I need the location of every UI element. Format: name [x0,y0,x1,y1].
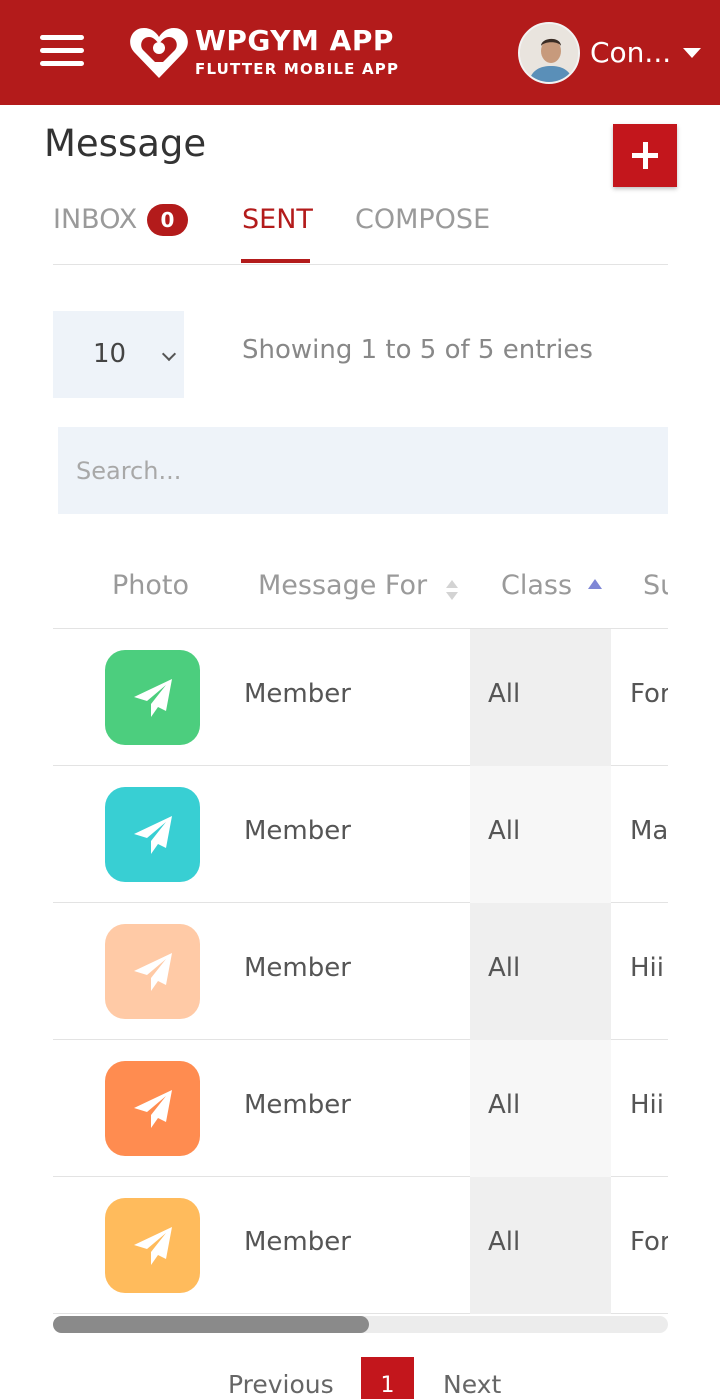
cell-class: All [488,1227,521,1257]
sort-icon[interactable] [446,580,458,602]
cell-subject: For [630,679,668,709]
page-length-select[interactable]: 10 [53,311,184,398]
paper-plane-icon [105,650,200,745]
cell-subject: Ma [630,816,668,846]
table-row[interactable]: Member All Ma [53,766,668,903]
page-length-value: 10 [93,339,127,369]
paper-plane-icon [105,787,200,882]
brand-subtitle: FLUTTER MOBILE APP [195,60,400,78]
tab-compose[interactable]: COMPOSE [355,204,490,235]
cell-subject: Hii [630,1090,664,1120]
cell-message-for: Member [244,953,351,983]
previous-page-button[interactable]: Previous [228,1370,334,1399]
cell-message-for: Member [244,1227,351,1257]
horizontal-scrollbar-thumb[interactable] [53,1316,369,1333]
add-message-button[interactable] [613,124,677,187]
brand-title: WPGYM APP [195,24,394,57]
user-name[interactable]: Con... [590,36,671,69]
inbox-count-badge: 0 [147,204,188,236]
table-row[interactable]: Member All Hii [53,903,668,1040]
page-title: Message [44,122,207,165]
paper-plane-icon [105,1198,200,1293]
search-input[interactable] [58,427,668,514]
entries-info: Showing 1 to 5 of 5 entries [242,335,593,365]
table-row[interactable]: Member All For [53,629,668,766]
paper-plane-icon [105,1061,200,1156]
table-row[interactable]: Member All Hii [53,1040,668,1177]
heart-logo-icon [130,28,188,78]
cell-class: All [488,1090,521,1120]
message-tabs: INBOX 0 SENT COMPOSE [53,196,668,265]
column-header-class[interactable]: Class [501,570,572,601]
cell-message-for: Member [244,816,351,846]
column-header-message-for[interactable]: Message For [258,570,427,601]
chevron-down-icon [161,346,177,362]
cell-message-for: Member [244,679,351,709]
tab-sent[interactable]: SENT [242,204,313,235]
tab-inbox-label: INBOX [53,204,138,235]
hamburger-icon[interactable] [40,35,84,69]
cell-subject: For [630,1227,668,1257]
app-header: WPGYM APP FLUTTER MOBILE APP Con... [0,0,720,105]
active-tab-indicator [241,259,310,263]
paper-plane-icon [105,924,200,1019]
cell-class: All [488,953,521,983]
avatar[interactable] [518,22,580,84]
table-row[interactable]: Member All For [53,1177,668,1314]
sort-ascending-icon[interactable] [588,579,602,589]
page-1-button[interactable]: 1 [361,1357,414,1399]
messages-table: Photo Message For Class Su Member All Fo… [53,540,668,1315]
tab-inbox[interactable]: INBOX [53,204,137,235]
cell-class: All [488,679,521,709]
cell-subject: Hii [630,953,664,983]
caret-down-icon[interactable] [683,48,701,58]
column-header-photo[interactable]: Photo [112,570,189,601]
cell-message-for: Member [244,1090,351,1120]
cell-class: All [488,816,521,846]
column-header-subject[interactable]: Su [643,570,668,601]
next-page-button[interactable]: Next [443,1370,501,1399]
